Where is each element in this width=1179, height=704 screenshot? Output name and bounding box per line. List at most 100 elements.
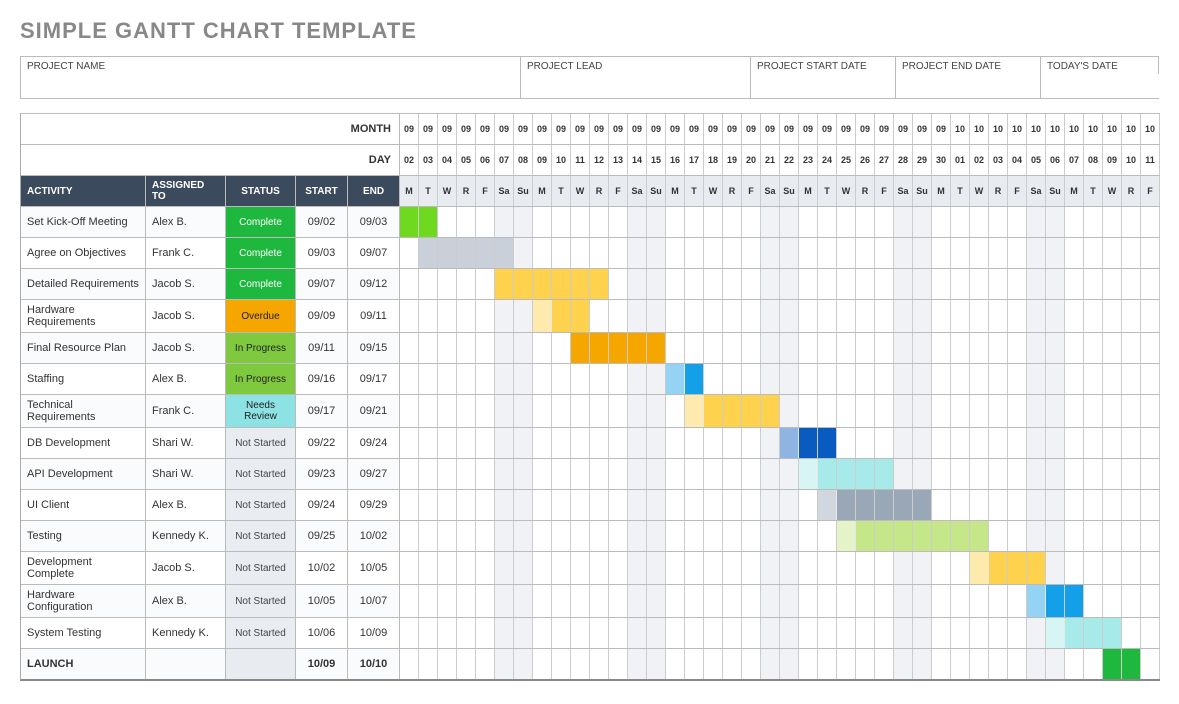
gantt-cell xyxy=(533,552,552,584)
gantt-cell xyxy=(476,238,495,268)
gantt-cell xyxy=(628,521,647,551)
project-lead-input[interactable] xyxy=(521,74,750,98)
gantt-cell xyxy=(837,459,856,489)
weekday-cell: W xyxy=(970,176,989,206)
gantt-cell xyxy=(704,207,723,237)
gantt-cell xyxy=(400,649,419,679)
gantt-cell xyxy=(457,552,476,584)
gantt-cell xyxy=(438,269,457,299)
gantt-cell xyxy=(742,269,761,299)
gantt-cell xyxy=(1008,585,1027,617)
gantt-cell xyxy=(951,300,970,332)
gantt-cell xyxy=(1103,521,1122,551)
gantt-cell xyxy=(894,207,913,237)
gantt-cell xyxy=(609,585,628,617)
gantt-cell xyxy=(970,300,989,332)
gantt-cell xyxy=(400,459,419,489)
month-cell: 09 xyxy=(704,114,723,144)
gantt-cell xyxy=(799,395,818,427)
month-cell: 10 xyxy=(1141,114,1160,144)
end-date-input[interactable] xyxy=(896,74,1040,98)
gantt-cell xyxy=(628,459,647,489)
day-cell: 08 xyxy=(514,145,533,175)
weekday-cell: T xyxy=(1084,176,1103,206)
gantt-cell xyxy=(476,490,495,520)
gantt-cell xyxy=(476,207,495,237)
gantt-cell xyxy=(970,333,989,363)
project-name-input[interactable] xyxy=(21,74,520,98)
gantt-cell xyxy=(818,269,837,299)
gantt-cell xyxy=(476,521,495,551)
month-cell: 09 xyxy=(438,114,457,144)
gantt-cell xyxy=(1122,521,1141,551)
gantt-cell xyxy=(438,649,457,679)
gantt-cell xyxy=(533,649,552,679)
weekday-cell: M xyxy=(400,176,419,206)
month-label: MONTH xyxy=(21,114,400,144)
gantt-cell xyxy=(894,649,913,679)
month-header-row: MONTH09090909090909090909090909090909090… xyxy=(21,113,1160,144)
gantt-cell xyxy=(913,490,932,520)
status-cell: Complete xyxy=(226,269,296,299)
gantt-cell xyxy=(1141,585,1160,617)
gantt-cell xyxy=(533,269,552,299)
day-cell: 15 xyxy=(647,145,666,175)
gantt-cell xyxy=(856,649,875,679)
day-cell: 05 xyxy=(457,145,476,175)
gantt-cell xyxy=(894,333,913,363)
weekday-cell: Su xyxy=(647,176,666,206)
gantt-cell xyxy=(780,238,799,268)
gantt-cell xyxy=(932,585,951,617)
day-cell: 09 xyxy=(1103,145,1122,175)
gantt-cell xyxy=(1027,428,1046,458)
project-meta: PROJECT NAME PROJECT LEAD PROJECT START … xyxy=(20,56,1159,99)
gantt-cell xyxy=(495,333,514,363)
gantt-cell xyxy=(818,490,837,520)
gantt-cell xyxy=(666,585,685,617)
gantt-cell xyxy=(457,395,476,427)
activity-cell: Staffing xyxy=(21,364,146,394)
weekday-cell: T xyxy=(818,176,837,206)
gantt-cell xyxy=(932,238,951,268)
gantt-cell xyxy=(780,521,799,551)
activity-cell: Set Kick-Off Meeting xyxy=(21,207,146,237)
start-cell: 09/24 xyxy=(296,490,348,520)
gantt-cell xyxy=(932,649,951,679)
gantt-cell xyxy=(571,521,590,551)
start-date-input[interactable] xyxy=(751,74,895,98)
weekday-cell: Sa xyxy=(761,176,780,206)
gantt-cell xyxy=(457,333,476,363)
gantt-cell xyxy=(951,395,970,427)
gantt-cell xyxy=(685,459,704,489)
gantt-cell xyxy=(856,207,875,237)
gantt-cell xyxy=(1084,333,1103,363)
weekday-cell: Su xyxy=(913,176,932,206)
day-cell: 08 xyxy=(1084,145,1103,175)
gantt-cell xyxy=(856,618,875,648)
gantt-cell xyxy=(419,333,438,363)
weekday-cell: M xyxy=(666,176,685,206)
gantt-cell xyxy=(1084,490,1103,520)
gantt-cell xyxy=(799,585,818,617)
gantt-cell xyxy=(837,395,856,427)
gantt-cell xyxy=(1084,552,1103,584)
gantt-cell xyxy=(1103,238,1122,268)
gantt-cell xyxy=(951,649,970,679)
end-cell: 09/07 xyxy=(348,238,400,268)
gantt-cell xyxy=(932,552,951,584)
end-cell: 09/03 xyxy=(348,207,400,237)
gantt-cell xyxy=(837,300,856,332)
assigned-cell: Shari W. xyxy=(146,428,226,458)
gantt-cell xyxy=(1008,521,1027,551)
gantt-cell xyxy=(495,300,514,332)
start-date-label: PROJECT START DATE xyxy=(751,57,895,74)
gantt-cell xyxy=(571,428,590,458)
gantt-cell xyxy=(552,459,571,489)
weekday-cell: F xyxy=(1008,176,1027,206)
today-input[interactable] xyxy=(1041,74,1176,98)
gantt-cell xyxy=(419,618,438,648)
gantt-cell xyxy=(438,585,457,617)
task-row: Technical Requirements Frank C. Needs Re… xyxy=(21,394,1160,427)
gantt-cell xyxy=(932,364,951,394)
start-cell: 09/22 xyxy=(296,428,348,458)
